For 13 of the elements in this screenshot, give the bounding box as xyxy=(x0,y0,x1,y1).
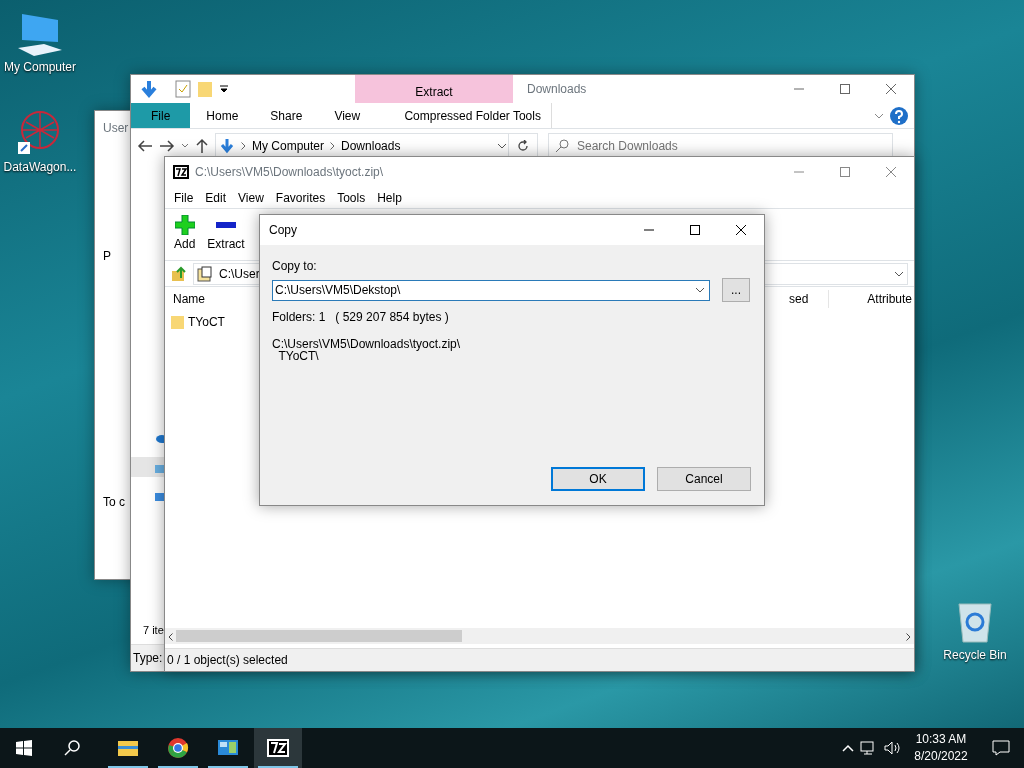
path-text: C:\Users\VM5\Downloads\tyoct.zip\ xyxy=(272,338,462,350)
window-title: C:\Users\VM5\Downloads\tyoct.zip\ xyxy=(195,164,384,181)
status-text: 0 / 1 object(s) selected xyxy=(165,648,914,671)
dialog-title: Copy xyxy=(269,222,297,239)
dialog-text: P xyxy=(103,248,112,265)
window-title: Downloads xyxy=(527,81,587,98)
summary-text: Folders: 1 ( 529 207 854 bytes ) xyxy=(272,309,450,326)
status-text: 7 ite xyxy=(142,622,165,638)
dialog-text: To c xyxy=(103,494,126,511)
field-label: Copy to: xyxy=(272,258,318,275)
contextual-tab-header: Extract xyxy=(355,75,513,103)
window-title: User xyxy=(103,120,130,137)
path-text: TYoCT\ xyxy=(278,350,319,362)
